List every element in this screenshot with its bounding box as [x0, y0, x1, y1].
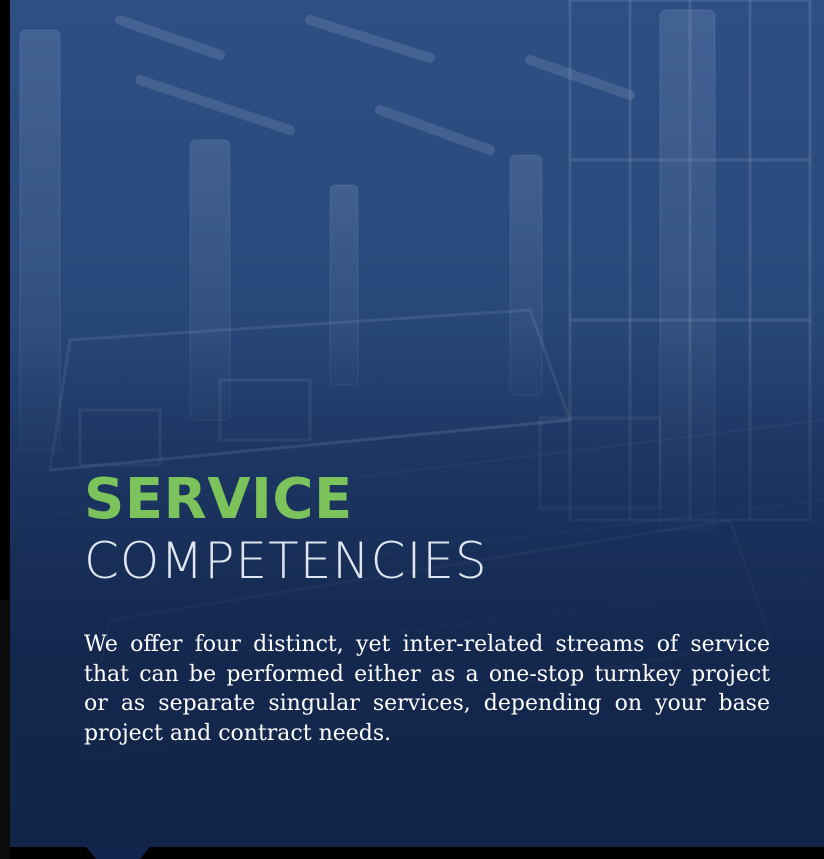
page: SERVICE COMPETENCIES We offer four disti…: [0, 0, 824, 859]
bottom-tab: [86, 847, 150, 859]
left-black-strip: [0, 600, 10, 859]
hero-title-line-2: COMPETENCIES: [84, 532, 488, 590]
hero-description: We offer four distinct, yet inter-relate…: [84, 632, 770, 747]
hero-content: SERVICE COMPETENCIES We offer four disti…: [84, 472, 784, 749]
service-competencies-hero: SERVICE COMPETENCIES We offer four disti…: [10, 0, 824, 847]
hero-title-line-1: SERVICE: [84, 467, 353, 532]
